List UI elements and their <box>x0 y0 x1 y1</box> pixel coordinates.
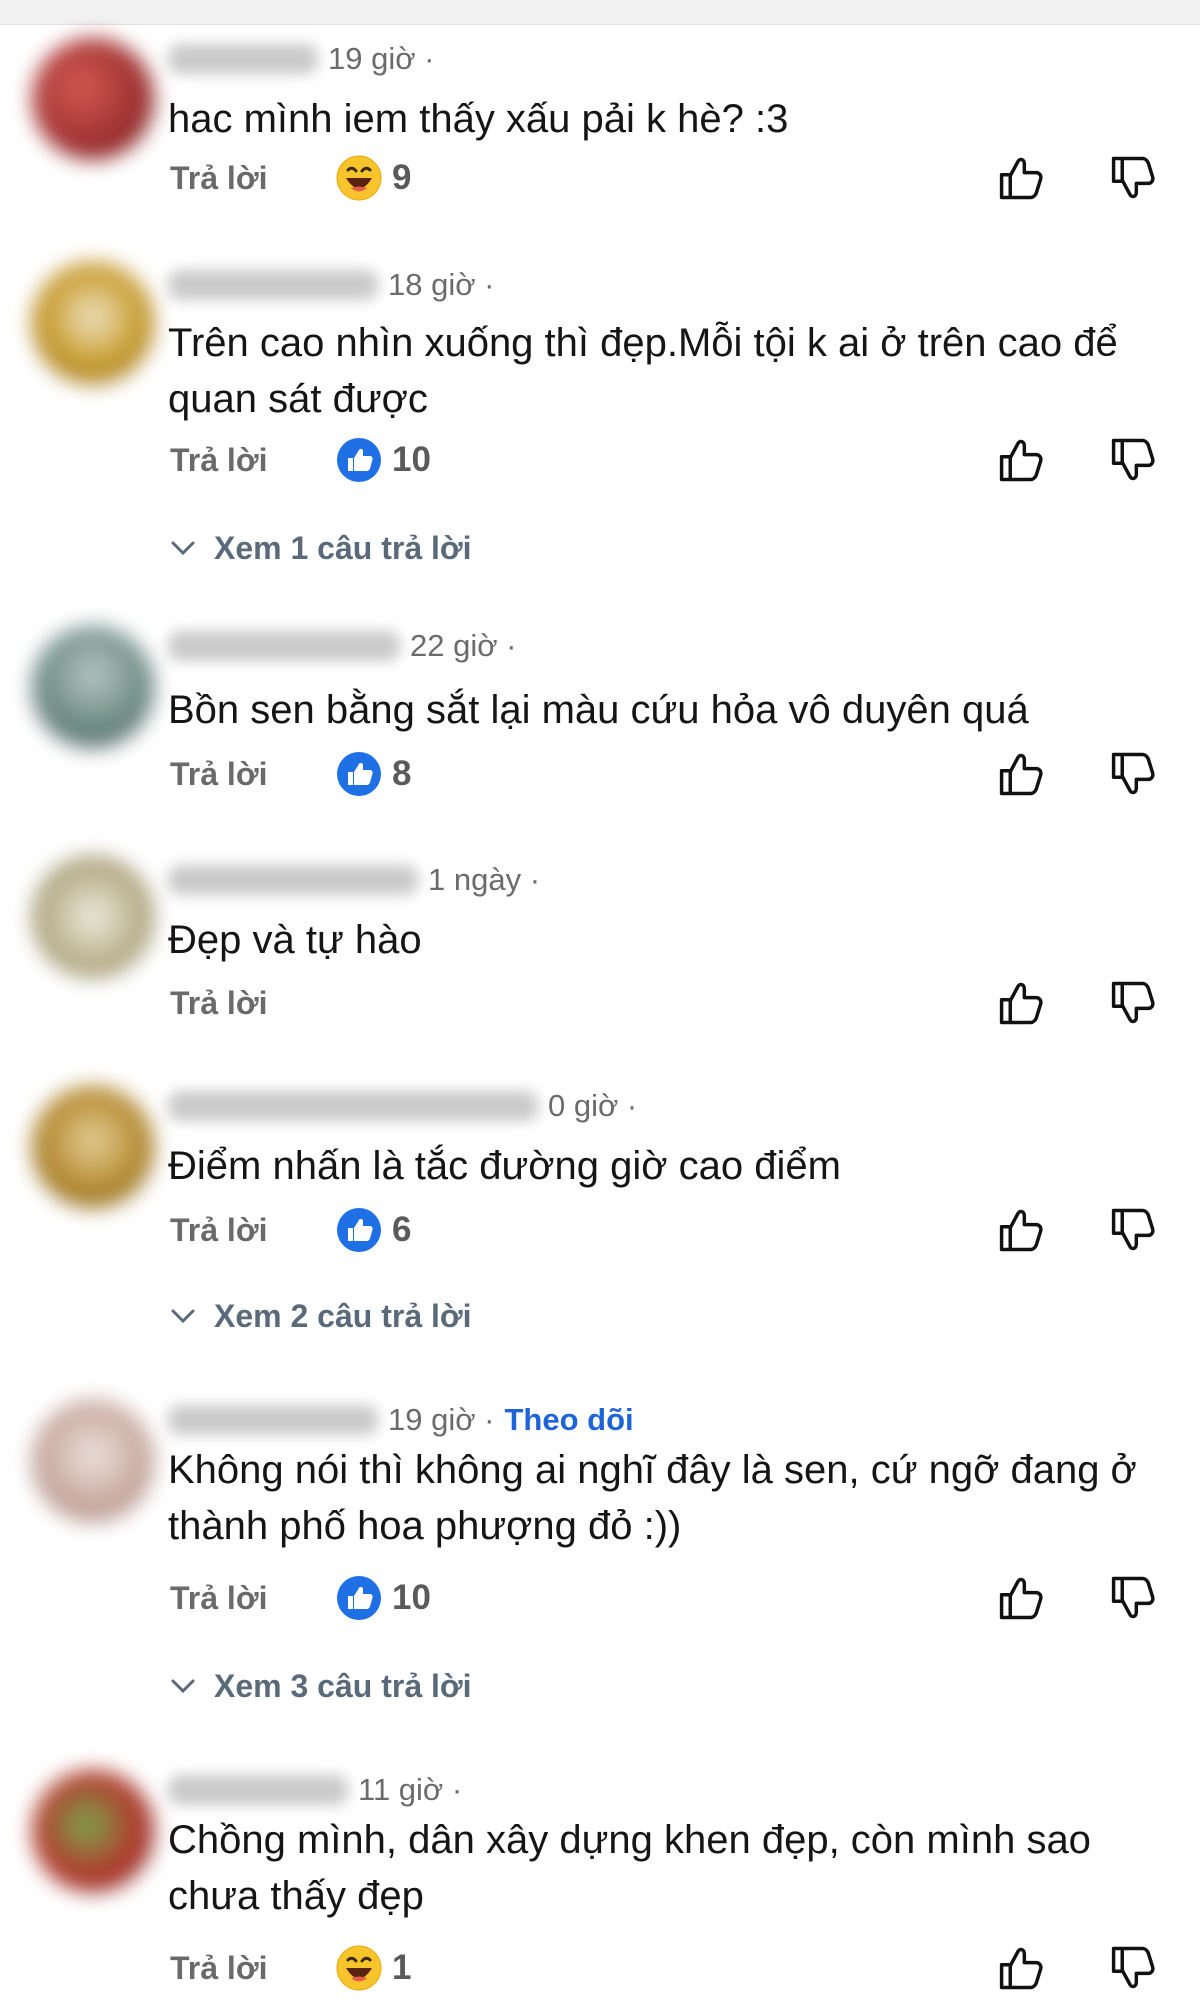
comment-text: Điểm nhấn là tắc đường giờ cao điểm <box>168 1144 841 1188</box>
comment-time: 22 giờ · <box>410 628 517 663</box>
comment-meta: 0 giờ · <box>168 1086 637 1126</box>
thumbs-up-icon[interactable] <box>994 1204 1046 1256</box>
comment-time: 0 giờ · <box>548 1088 638 1123</box>
avatar[interactable] <box>32 262 154 384</box>
comment-meta: 19 giờ · <box>168 39 435 79</box>
comment-text: hac mình iem thấy xấu pải k hè? :3 <box>168 97 789 141</box>
like-reaction-icon <box>337 1576 381 1620</box>
thumbs-down-icon[interactable] <box>1106 1942 1158 1994</box>
reply-button[interactable]: Trả lời <box>170 756 267 793</box>
view-replies-label: Xem 3 câu trả lời <box>214 1667 472 1704</box>
avatar[interactable] <box>32 1770 154 1892</box>
reaction-count: 9 <box>392 158 412 197</box>
like-reaction-icon <box>337 1208 381 1252</box>
follow-button[interactable]: Theo dõi <box>505 1402 634 1438</box>
comment-meta: 1 ngày · <box>168 860 540 900</box>
top-divider <box>0 0 1200 25</box>
comment-actions: Trả lời 10 <box>168 1568 1158 1628</box>
comment-text: Chồng mình, dân xây dựng khen đẹp, còn m… <box>168 1818 1091 1918</box>
comment-actions: Trả lời 9 <box>168 148 1158 208</box>
reply-button[interactable]: Trả lời <box>170 1212 267 1249</box>
avatar[interactable] <box>32 626 154 748</box>
reaction-count: 10 <box>392 440 431 479</box>
reply-button[interactable]: Trả lời <box>170 985 267 1022</box>
comment-meta: 22 giờ · <box>168 626 517 666</box>
thumbs-up-icon[interactable] <box>994 1572 1046 1624</box>
comment-text: Đẹp và tự hào <box>168 918 422 962</box>
author-name[interactable] <box>168 1775 348 1805</box>
haha-emoji-icon <box>336 155 382 201</box>
comment-time: 19 giờ · <box>388 1402 495 1437</box>
reaction-summary[interactable]: 9 <box>336 154 411 202</box>
view-replies-button[interactable]: Xem 2 câu trả lời <box>170 1291 472 1341</box>
comment-time: 18 giờ · <box>388 267 495 302</box>
thumbs-down-icon[interactable] <box>1106 977 1158 1029</box>
reaction-count: 10 <box>392 1578 431 1617</box>
view-replies-label: Xem 2 câu trả lời <box>214 1297 472 1334</box>
thumbs-up-icon[interactable] <box>994 152 1046 204</box>
thumbs-down-icon[interactable] <box>1106 152 1158 204</box>
reply-button[interactable]: Trả lời <box>170 1950 267 1987</box>
author-name[interactable] <box>168 1091 538 1121</box>
like-reaction-icon <box>337 752 381 796</box>
comment-text: Không nói thì không ai nghĩ đây là sen, … <box>168 1448 1137 1548</box>
reaction-count: 6 <box>392 1210 412 1249</box>
comment-meta: 11 giờ · <box>168 1770 462 1810</box>
comment-actions: Trả lời 10 <box>168 430 1158 490</box>
comment-meta: 18 giờ · <box>168 265 495 305</box>
reaction-count: 8 <box>392 754 412 793</box>
thumbs-up-icon[interactable] <box>994 434 1046 486</box>
comment-time: 19 giờ · <box>328 41 435 76</box>
thumbs-up-icon[interactable] <box>994 1942 1046 1994</box>
avatar[interactable] <box>32 1086 154 1208</box>
like-reaction-icon <box>337 438 381 482</box>
comment-actions: Trả lời <box>168 973 1158 1033</box>
reaction-summary[interactable]: 10 <box>336 1574 431 1622</box>
reaction-count: 1 <box>392 1948 412 1987</box>
view-replies-button[interactable]: Xem 3 câu trả lời <box>170 1661 472 1711</box>
author-name[interactable] <box>168 1405 378 1435</box>
reply-button[interactable]: Trả lời <box>170 160 267 197</box>
comment-actions: Trả lời 1 <box>168 1938 1158 1998</box>
avatar[interactable] <box>32 38 154 160</box>
comment-text: Trên cao nhìn xuống thì đẹp.Mỗi tội k ai… <box>168 321 1118 421</box>
view-replies-label: Xem 1 câu trả lời <box>214 529 472 566</box>
view-replies-button[interactable]: Xem 1 câu trả lời <box>170 523 472 573</box>
chevron-down-icon <box>171 541 195 556</box>
thumbs-up-icon[interactable] <box>994 977 1046 1029</box>
reply-button[interactable]: Trả lời <box>170 442 267 479</box>
reaction-summary[interactable]: 6 <box>336 1206 411 1254</box>
author-name[interactable] <box>168 865 418 895</box>
thumbs-up-icon[interactable] <box>994 748 1046 800</box>
reaction-summary[interactable]: 10 <box>336 436 431 484</box>
avatar[interactable] <box>32 856 154 978</box>
author-name[interactable] <box>168 44 318 74</box>
thumbs-down-icon[interactable] <box>1106 1572 1158 1624</box>
reply-button[interactable]: Trả lời <box>170 1580 267 1617</box>
thumbs-down-icon[interactable] <box>1106 748 1158 800</box>
thumbs-down-icon[interactable] <box>1106 434 1158 486</box>
reaction-summary[interactable]: 8 <box>336 750 411 798</box>
author-name[interactable] <box>168 631 400 661</box>
reaction-summary[interactable]: 1 <box>336 1944 411 1992</box>
chevron-down-icon <box>171 1679 195 1694</box>
comment-meta: 19 giờ · Theo dõi <box>168 1400 634 1440</box>
author-name[interactable] <box>168 270 378 300</box>
comment-time: 11 giờ · <box>358 1772 463 1807</box>
chevron-down-icon <box>171 1309 195 1324</box>
comment-actions: Trả lời 8 <box>168 744 1158 804</box>
comment-text: Bồn sen bằng sắt lại màu cứu hỏa vô duyê… <box>168 688 1029 732</box>
thumbs-down-icon[interactable] <box>1106 1204 1158 1256</box>
avatar[interactable] <box>32 1400 154 1522</box>
haha-emoji-icon <box>336 1945 382 1991</box>
comment-time: 1 ngày · <box>428 862 541 897</box>
comment-actions: Trả lời 6 <box>168 1200 1158 1260</box>
